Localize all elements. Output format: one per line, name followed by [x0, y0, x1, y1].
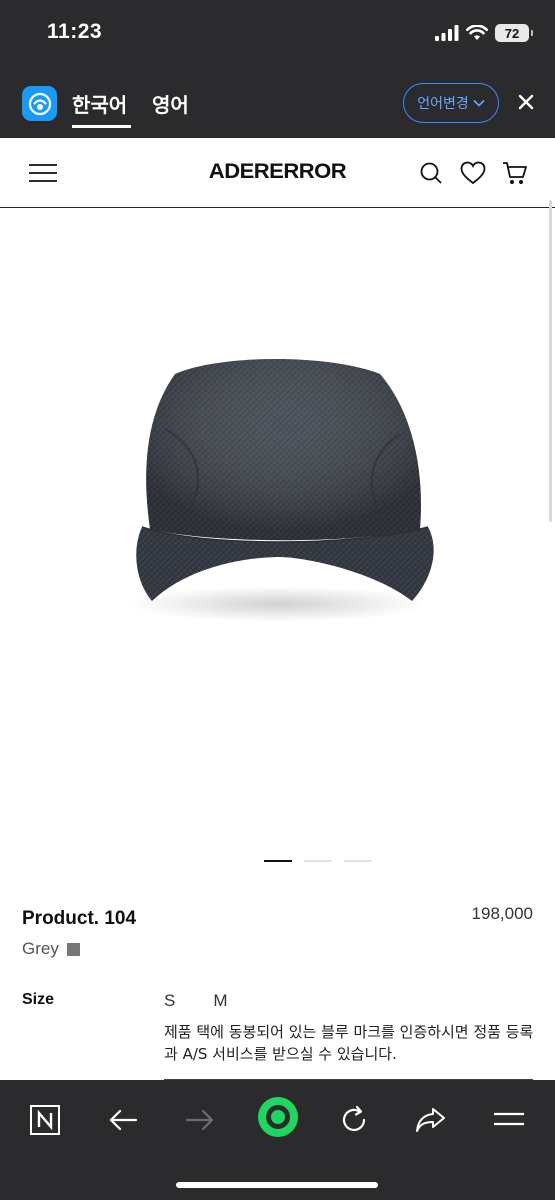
status-time: 11:23: [47, 20, 103, 43]
pagination-dot[interactable]: [304, 860, 332, 862]
forward-arrow-icon[interactable]: [178, 1098, 222, 1142]
home-indicator[interactable]: [176, 1182, 378, 1188]
back-arrow-icon[interactable]: [101, 1098, 145, 1142]
size-option-m[interactable]: M: [213, 991, 227, 1011]
size-label: Size: [22, 991, 55, 1008]
product-color: Grey: [22, 939, 80, 959]
cap-image: [128, 359, 434, 622]
active-tab-underline: [72, 125, 131, 128]
tab-english[interactable]: 영어: [152, 89, 189, 118]
battery-indicator: 72: [495, 24, 533, 42]
tab-korean[interactable]: 한국어: [72, 89, 127, 118]
site-header: ADERERROR: [0, 138, 555, 208]
close-icon[interactable]: [514, 90, 538, 114]
cart-icon[interactable]: [501, 159, 529, 187]
menu-lines-icon[interactable]: [487, 1098, 531, 1142]
size-options: S M: [164, 991, 228, 1011]
authenticity-notice: 제품 택에 동봉되어 있는 블루 마크를 인증하시면 정품 등록과 A/S 서비…: [164, 1023, 534, 1063]
product-price: 198,000: [471, 904, 533, 923]
product-image[interactable]: [0, 209, 555, 849]
wifi-icon: [466, 25, 488, 40]
status-icons: 72: [435, 24, 533, 42]
battery-level: 72: [504, 25, 520, 41]
translate-app-icon[interactable]: [22, 86, 57, 121]
naver-home-icon[interactable]: [23, 1098, 67, 1142]
pagination-dot-active[interactable]: [264, 860, 292, 862]
translate-bar: 한국어 영어 언어변경: [0, 68, 555, 138]
color-swatch[interactable]: [66, 942, 80, 956]
change-language-button[interactable]: 언어변경: [403, 83, 499, 123]
share-icon[interactable]: [409, 1098, 453, 1142]
signal-icon: [435, 25, 459, 41]
product-name: Product. 104: [22, 908, 137, 929]
page-scrollbar[interactable]: [549, 200, 552, 522]
size-option-s[interactable]: S: [164, 991, 175, 1011]
image-pagination: [264, 860, 372, 862]
chevron-down-icon: [473, 99, 485, 107]
refresh-icon[interactable]: [332, 1098, 376, 1142]
search-icon[interactable]: [417, 159, 445, 187]
color-label: Grey: [22, 939, 59, 958]
header-actions: [417, 159, 529, 187]
green-dot-button-icon[interactable]: [255, 1094, 301, 1140]
heart-icon[interactable]: [459, 159, 487, 187]
status-bar: 11:23 72: [0, 0, 555, 68]
change-language-label: 언어변경: [417, 96, 469, 112]
pagination-dot[interactable]: [344, 860, 372, 862]
